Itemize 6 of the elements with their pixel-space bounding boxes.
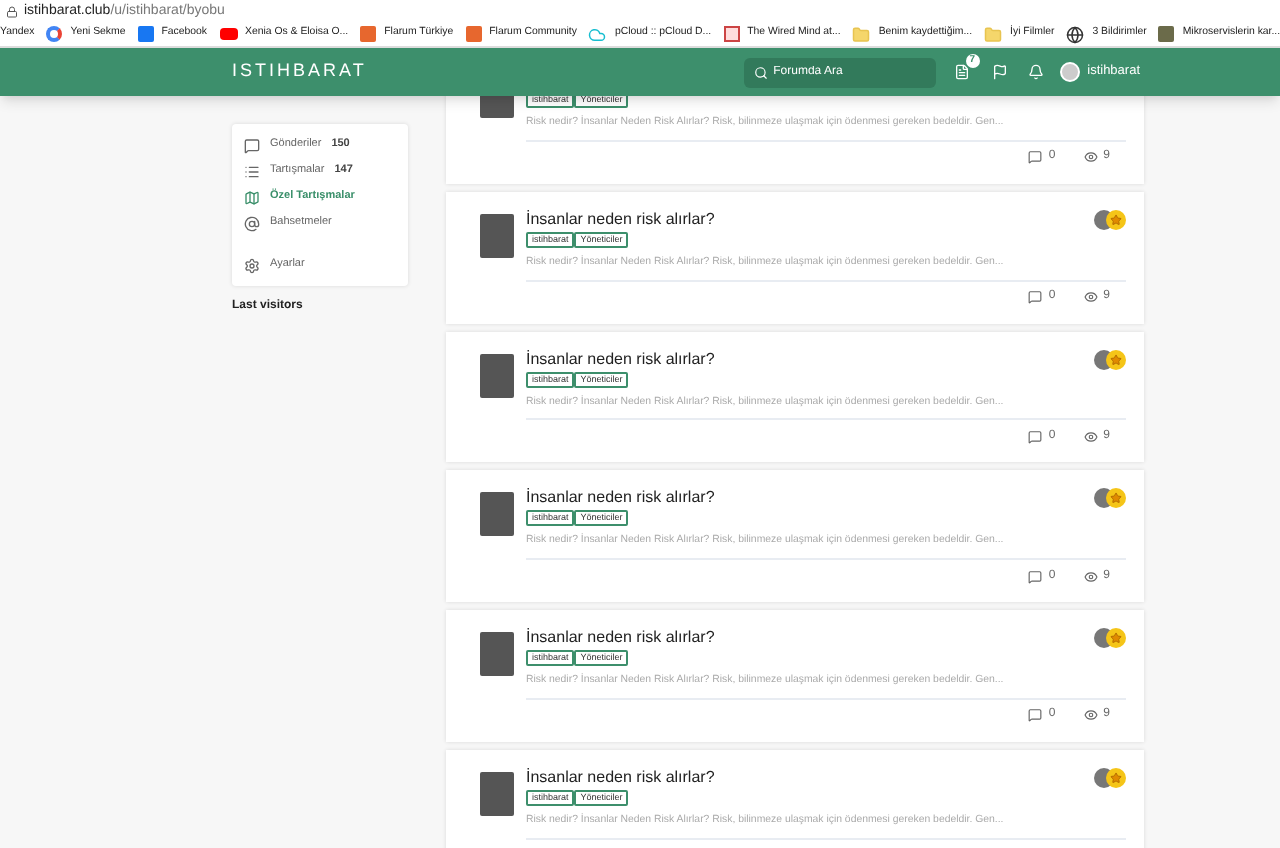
discussion-title[interactable]: İnsanlar neden risk alırlar?	[526, 767, 715, 788]
discussion-title[interactable]: İnsanlar neden risk alırlar?	[526, 209, 715, 230]
discussion-title[interactable]: İnsanlar neden risk alırlar?	[526, 488, 715, 509]
discussion-title[interactable]: İnsanlar neden risk alırlar?	[526, 628, 715, 649]
discussion-title[interactable]: İnsanlar neden risk alırlar?	[526, 349, 715, 370]
site-logo[interactable]: ISTIHBARAT	[232, 58, 367, 86]
